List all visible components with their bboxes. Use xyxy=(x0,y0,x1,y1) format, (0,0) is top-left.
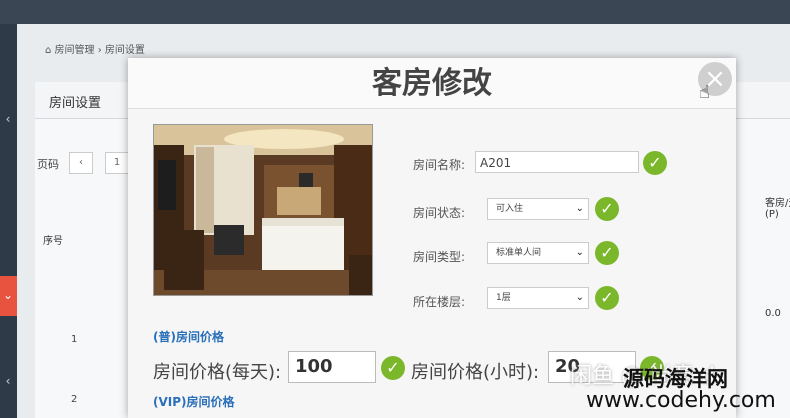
home-icon: ⌂ xyxy=(45,45,52,56)
check-icon: ✓ xyxy=(643,151,667,175)
vip-price-section-title: (VIP)房间价格 xyxy=(153,395,235,409)
sidebar: ‹ ⌄ ‹ xyxy=(0,24,17,418)
sidebar-arrow-icon[interactable]: ‹ xyxy=(2,112,14,126)
column-header-no: 序号 xyxy=(43,236,63,247)
room-type-label: 房间类型: xyxy=(413,250,466,264)
panel-title: 房间设置 xyxy=(49,96,102,111)
room-name-label: 房间名称: xyxy=(413,158,466,172)
check-icon: ✓ xyxy=(595,286,619,310)
hand-cursor-icon: ☝ xyxy=(699,82,710,103)
room-photo xyxy=(153,124,373,296)
room-status-label: 房间状态: xyxy=(413,206,466,220)
chevron-down-icon: ⌄ xyxy=(575,292,584,303)
top-bar xyxy=(0,0,790,24)
table-row-number: 1 xyxy=(71,334,78,345)
chevron-down-icon: ⌄ xyxy=(575,247,584,258)
floor-select[interactable]: 1层 ⌄ xyxy=(487,287,589,309)
check-icon: ✓ xyxy=(595,241,619,265)
sidebar-item-active[interactable]: ⌄ xyxy=(0,276,17,316)
breadcrumb: ⌂ 房间管理 › 房间设置 xyxy=(45,45,145,56)
table-cell-price: 0.0 xyxy=(765,308,781,319)
chevron-down-icon: ⌄ xyxy=(2,288,14,302)
room-type-select[interactable]: 标准单人间 ⌄ xyxy=(487,242,589,264)
room-status-select[interactable]: 可入住 ⌄ xyxy=(487,198,589,220)
room-name-input[interactable]: A201 xyxy=(475,151,639,173)
dialog-title: 客房修改 xyxy=(128,58,736,109)
check-icon: ✓ xyxy=(381,356,405,380)
hourly-price-label: 房间价格(小时): xyxy=(411,362,540,383)
chevron-down-icon: ⌄ xyxy=(575,203,584,214)
watermark-url: www.codehy.com xyxy=(586,388,776,413)
sidebar-arrow-icon[interactable]: ‹ xyxy=(2,374,14,388)
normal-price-section-title: (普)房间价格 xyxy=(153,330,224,344)
check-icon: ✓ xyxy=(595,197,619,221)
daily-price-label: 房间价格(每天): xyxy=(153,362,282,383)
floor-label: 所在楼层: xyxy=(413,295,466,309)
pager-page-button[interactable]: 1 xyxy=(105,152,129,174)
table-row-number: 2 xyxy=(71,394,78,405)
daily-price-input[interactable]: 100 xyxy=(288,351,376,383)
pager-label: 页码 xyxy=(37,158,59,171)
column-header-price: 客房/天 (P) xyxy=(765,198,790,220)
pager-prev-button[interactable]: ‹ xyxy=(69,152,93,174)
